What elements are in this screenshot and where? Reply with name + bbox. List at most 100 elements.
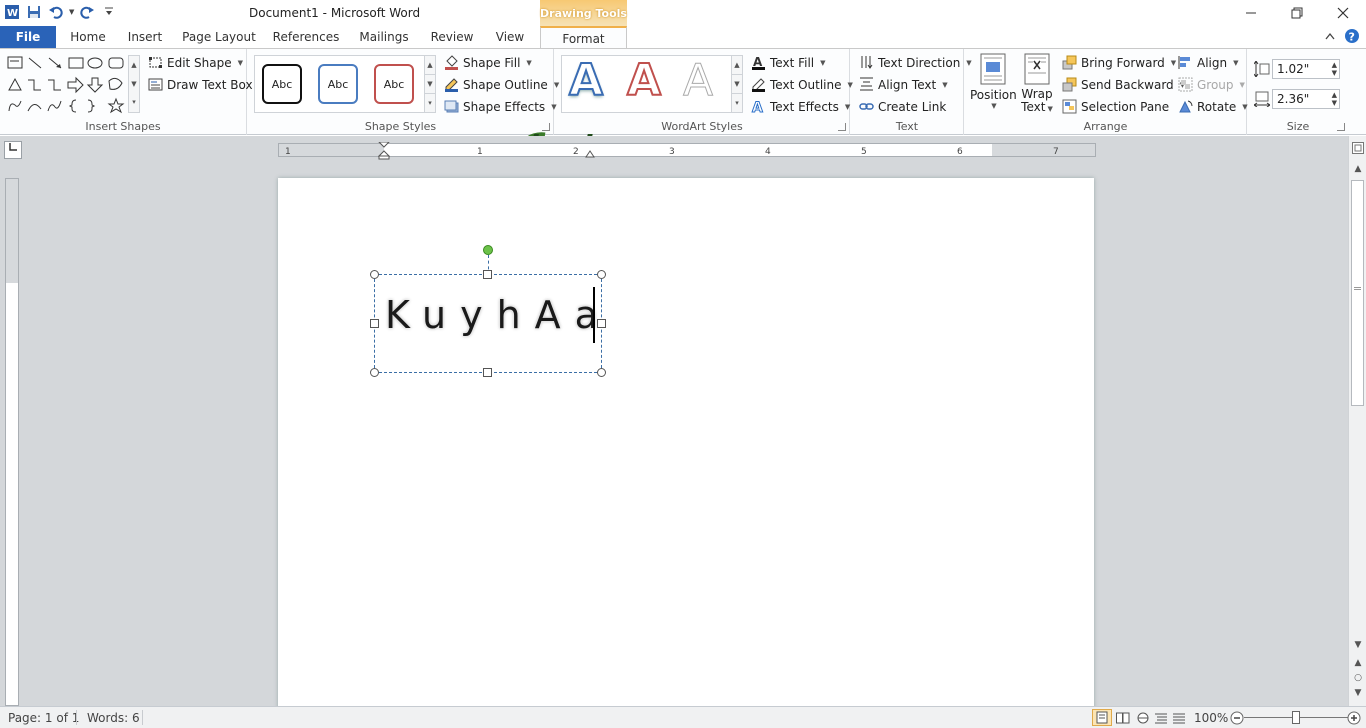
tab-review[interactable]: Review	[426, 26, 478, 48]
text-effects-button[interactable]: A Text Effects ▼	[751, 99, 851, 115]
shape-styles-scroll[interactable]: ▲ ▼ ▾	[424, 55, 436, 113]
text-outline-button[interactable]: Text Outline ▼	[751, 77, 853, 92]
undo-icon[interactable]	[47, 3, 65, 21]
word-count[interactable]: Words: 6	[87, 711, 140, 725]
group-button[interactable]: Group ▼	[1178, 77, 1245, 92]
tab-page-layout[interactable]: Page Layout	[180, 26, 258, 48]
right-indent-marker-icon[interactable]	[585, 148, 595, 158]
wordart-style-red[interactable]: A	[626, 54, 662, 107]
send-backward-button[interactable]: Send Backward▼	[1062, 77, 1185, 92]
word-icon[interactable]: W	[3, 3, 21, 21]
zoom-out-icon[interactable]	[1230, 711, 1244, 725]
bring-forward-button[interactable]: Bring Forward ▼	[1062, 55, 1176, 70]
wrap-text-button[interactable]: Wrap Text ▼	[1017, 53, 1057, 116]
page-count[interactable]: Page: 1 of 1	[8, 711, 79, 725]
customize-toolbar-icon[interactable]	[100, 3, 118, 21]
minimize-button[interactable]	[1228, 0, 1274, 26]
word-window: W ▼ Document1 - Microsoft Word Drawing T…	[0, 0, 1366, 728]
shape-effects-label: Shape Effects	[463, 99, 546, 114]
zoom-level[interactable]: 100%	[1194, 711, 1228, 725]
zoom-in-icon[interactable]	[1347, 711, 1361, 725]
shape-styles-launcher[interactable]	[542, 123, 550, 131]
group-label-wordart-styles: WordArt Styles	[661, 120, 743, 133]
indent-marker-icon[interactable]	[378, 142, 390, 160]
wordart-text-box[interactable]: KuyhAa	[370, 245, 606, 377]
undo-dropdown-icon[interactable]: ▼	[69, 8, 74, 16]
tab-format[interactable]: Format	[540, 26, 627, 49]
text-cursor	[593, 287, 595, 343]
rotate-button[interactable]: Rotate ▼	[1178, 99, 1248, 114]
next-page-button[interactable]: ▼	[1351, 688, 1365, 698]
tab-selector-button[interactable]	[4, 141, 22, 159]
resize-handle-s[interactable]	[483, 368, 492, 377]
document-page[interactable]: KuyhAa	[278, 178, 1094, 718]
shape-height-spinner[interactable]: ▲ ▼	[1332, 61, 1337, 77]
save-icon[interactable]	[25, 3, 43, 21]
shape-width-spinner[interactable]: ▲ ▼	[1332, 91, 1337, 107]
select-browse-object-button[interactable]: ○	[1351, 673, 1365, 683]
edit-shape-label: Edit Shape	[167, 55, 232, 70]
shape-effects-button[interactable]: Shape Effects ▼	[444, 99, 557, 114]
resize-handle-n[interactable]	[483, 270, 492, 279]
shape-outline-button[interactable]: Shape Outline ▼	[444, 77, 559, 92]
tab-home[interactable]: Home	[63, 26, 113, 48]
create-link-button[interactable]: Create Link	[859, 99, 946, 114]
scrollbar-thumb[interactable]	[1351, 180, 1364, 406]
print-layout-view-button[interactable]	[1092, 709, 1112, 726]
draw-text-box-button[interactable]: Draw Text Box	[148, 77, 253, 92]
resize-handle-nw[interactable]	[370, 270, 379, 279]
vertical-scrollbar[interactable]: ▲ ▼ ▲ ○ ▼	[1348, 136, 1366, 706]
edit-shape-button[interactable]: Edit Shape ▼	[148, 55, 243, 70]
draft-view-icon[interactable]	[1172, 712, 1186, 724]
text-box-icon	[148, 78, 163, 91]
align-button[interactable]: Align ▼	[1178, 55, 1239, 70]
resize-handle-sw[interactable]	[370, 368, 379, 377]
align-text-button[interactable]: Align Text ▼	[859, 77, 948, 92]
wordart-styles-scroll[interactable]: ▲ ▼ ▾	[731, 55, 743, 113]
shape-height-icon	[1254, 61, 1270, 77]
shape-style-black[interactable]: Abc	[262, 64, 302, 104]
scroll-up-button[interactable]: ▲	[1351, 164, 1365, 174]
shape-fill-button[interactable]: Shape Fill ▼	[444, 55, 532, 70]
web-layout-icon[interactable]	[1136, 712, 1150, 724]
rotate-handle[interactable]	[483, 245, 493, 255]
vertical-ruler[interactable]	[5, 178, 19, 706]
redo-icon[interactable]	[78, 3, 96, 21]
text-direction-button[interactable]: Text Direction ▼	[859, 55, 972, 70]
shapes-gallery[interactable]	[6, 55, 142, 117]
full-screen-reading-icon[interactable]	[1116, 712, 1130, 724]
size-launcher[interactable]	[1337, 123, 1345, 131]
tab-references[interactable]: References	[270, 26, 342, 48]
shape-style-red[interactable]: Abc	[374, 64, 414, 104]
shapes-gallery-scroll[interactable]: ▲ ▼ ▾	[128, 55, 140, 113]
shape-style-blue[interactable]: Abc	[318, 64, 358, 104]
tab-bar-right: ?	[1324, 28, 1360, 44]
zoom-slider-thumb[interactable]	[1292, 711, 1300, 724]
help-icon[interactable]: ?	[1344, 28, 1360, 44]
tab-file[interactable]: File	[0, 26, 56, 48]
resize-handle-se[interactable]	[597, 368, 606, 377]
shape-width-input[interactable]: 2.36" ▲ ▼	[1272, 89, 1340, 109]
resize-handle-ne[interactable]	[597, 270, 606, 279]
view-ruler-button[interactable]	[1351, 142, 1365, 157]
resize-handle-w[interactable]	[370, 319, 379, 328]
text-fill-button[interactable]: A Text Fill ▼	[751, 55, 826, 70]
tab-insert[interactable]: Insert	[123, 26, 167, 48]
outline-view-icon[interactable]	[1154, 712, 1168, 724]
restore-button[interactable]	[1274, 0, 1320, 26]
position-button[interactable]: Position ▼	[970, 53, 1017, 110]
shape-height-input[interactable]: 1.02" ▲ ▼	[1272, 59, 1340, 79]
selection-pane-button[interactable]: Selection Pane	[1062, 99, 1169, 114]
wordart-text[interactable]: KuyhAa	[385, 293, 612, 337]
wordart-style-gray[interactable]: A	[682, 55, 713, 107]
close-button[interactable]	[1320, 0, 1366, 26]
tab-view[interactable]: View	[490, 26, 530, 48]
wordart-styles-launcher[interactable]	[838, 123, 846, 131]
horizontal-ruler[interactable]: 1 1 2 3 4 5 6 7	[278, 142, 1096, 160]
bring-forward-label: Bring Forward	[1081, 55, 1165, 70]
collapse-ribbon-icon[interactable]	[1324, 31, 1336, 41]
wordart-style-blue[interactable]: A	[568, 54, 604, 107]
scroll-down-button[interactable]: ▼	[1351, 640, 1365, 650]
tab-mailings[interactable]: Mailings	[354, 26, 414, 48]
previous-page-button[interactable]: ▲	[1351, 658, 1365, 668]
